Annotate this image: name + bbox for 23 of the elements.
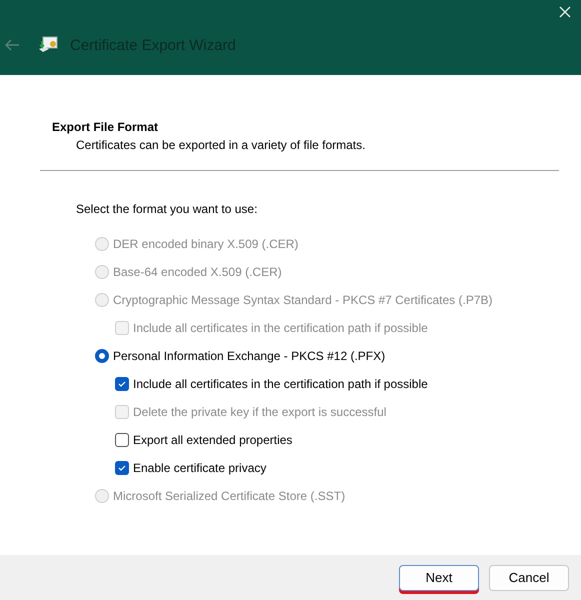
checkmark-icon [118,381,126,387]
format-prompt: Select the format you want to use: [76,202,258,216]
back-arrow-icon[interactable] [4,39,20,51]
radio-label: Microsoft Serialized Certificate Store (.SST) [113,489,346,503]
radio-button[interactable] [95,349,109,363]
close-icon[interactable] [559,6,571,18]
radio-label: Base-64 encoded X.509 (.CER) [113,265,282,279]
radio-label: Cryptographic Message Syntax Standard - PKCS #7 Certificates (.P7B) [113,293,492,307]
checkbox-label: Export all extended properties [133,433,292,447]
section-title: Export File Format [52,120,160,134]
checkbox-label: Include all certificates in the certification path if possible [133,321,428,335]
checkbox[interactable] [115,433,129,447]
radio-label: Personal Information Exchange - PKCS #12 (.PFX) [113,349,386,363]
checkbox[interactable] [115,461,129,475]
radio-label: DER encoded binary X.509 (.CER) [113,237,298,251]
cancel-button[interactable]: Cancel [489,564,569,590]
certificate-icon [38,36,58,54]
checkbox[interactable] [115,377,129,391]
section-description: Certificates can be exported in a variety of file formats. [76,138,366,152]
checkmark-icon [118,465,126,471]
checkbox-label: Include all certificates in the certification path if possible [133,377,428,391]
checkbox-label: Delete the private key if the export is successful [133,405,386,419]
checkbox-label: Enable certificate privacy [133,461,266,475]
